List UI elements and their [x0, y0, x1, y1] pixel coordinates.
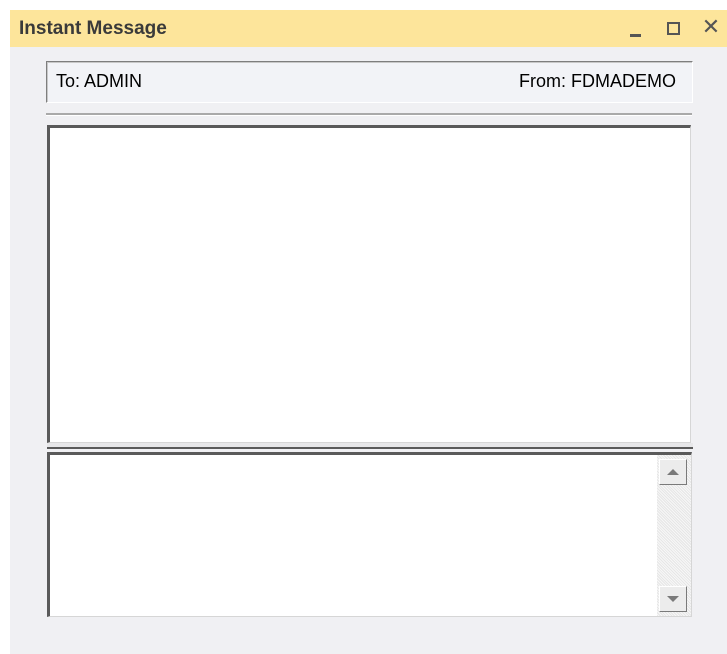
minimize-icon: [629, 33, 641, 37]
scroll-down-button[interactable]: [659, 586, 687, 612]
close-button[interactable]: ✕: [698, 14, 724, 42]
from-label: From: FDMADEMO: [519, 71, 676, 91]
instant-message-window: Instant Message ✕ To: ADMIN From: FDMADE…: [10, 10, 727, 654]
to-label: To: ADMIN: [56, 71, 143, 91]
title-bar[interactable]: Instant Message ✕: [10, 10, 727, 47]
message-history-pane[interactable]: [47, 125, 691, 443]
maximize-icon: [666, 21, 680, 35]
compose-scrollbar[interactable]: [657, 455, 691, 616]
window-title: Instant Message: [19, 18, 167, 39]
recipient-header: To: ADMIN From: FDMADEMO: [46, 61, 693, 103]
compose-pane: [47, 452, 692, 617]
header-divider: [46, 113, 692, 116]
minimize-button[interactable]: [622, 14, 648, 42]
arrow-up-icon: [667, 469, 679, 475]
close-icon: ✕: [701, 15, 721, 40]
message-input[interactable]: [50, 455, 656, 616]
scroll-up-button[interactable]: [659, 459, 687, 485]
arrow-down-icon: [667, 596, 679, 602]
maximize-button[interactable]: [660, 14, 686, 42]
pane-splitter[interactable]: [47, 443, 693, 449]
